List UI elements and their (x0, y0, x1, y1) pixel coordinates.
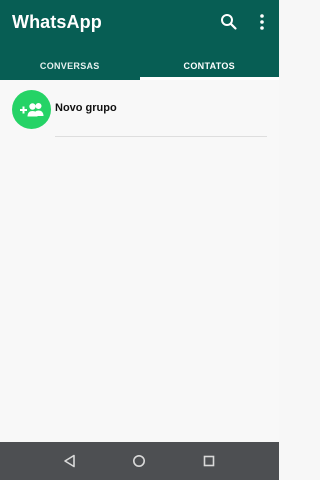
back-triangle-icon (64, 454, 75, 468)
row-divider (55, 136, 267, 137)
add-group-icon (19, 102, 43, 116)
system-nav-bar (0, 442, 279, 480)
more-vert-icon (260, 14, 264, 30)
nav-recents-button[interactable] (200, 452, 218, 470)
search-icon (221, 14, 237, 30)
new-group-label: Novo grupo (55, 102, 117, 114)
app-title: WhatsApp (12, 12, 102, 32)
list-item-new-group[interactable]: Novo grupo (0, 80, 279, 138)
search-button[interactable] (219, 12, 239, 32)
new-group-avatar (12, 90, 51, 129)
more-options-button[interactable] (252, 12, 272, 32)
tab-conversas-label: CONVERSAS (39, 61, 100, 71)
tab-bar: CONVERSAS CONTATOS (0, 52, 279, 80)
nav-home-button[interactable] (130, 452, 148, 470)
recents-square-icon (203, 455, 215, 467)
contacts-list: Novo grupo (0, 80, 279, 442)
app-header: WhatsApp CONVERSAS CONTATOS (0, 0, 279, 80)
nav-back-button[interactable] (61, 452, 79, 470)
phone-screen: WhatsApp CONVERSAS CONTATOS Novo grupo (0, 0, 279, 480)
tab-contatos[interactable]: CONTATOS (139, 52, 279, 80)
tab-conversas[interactable]: CONVERSAS (0, 52, 140, 80)
home-circle-icon (133, 455, 145, 467)
tab-contatos-label: CONTATOS (183, 61, 235, 71)
